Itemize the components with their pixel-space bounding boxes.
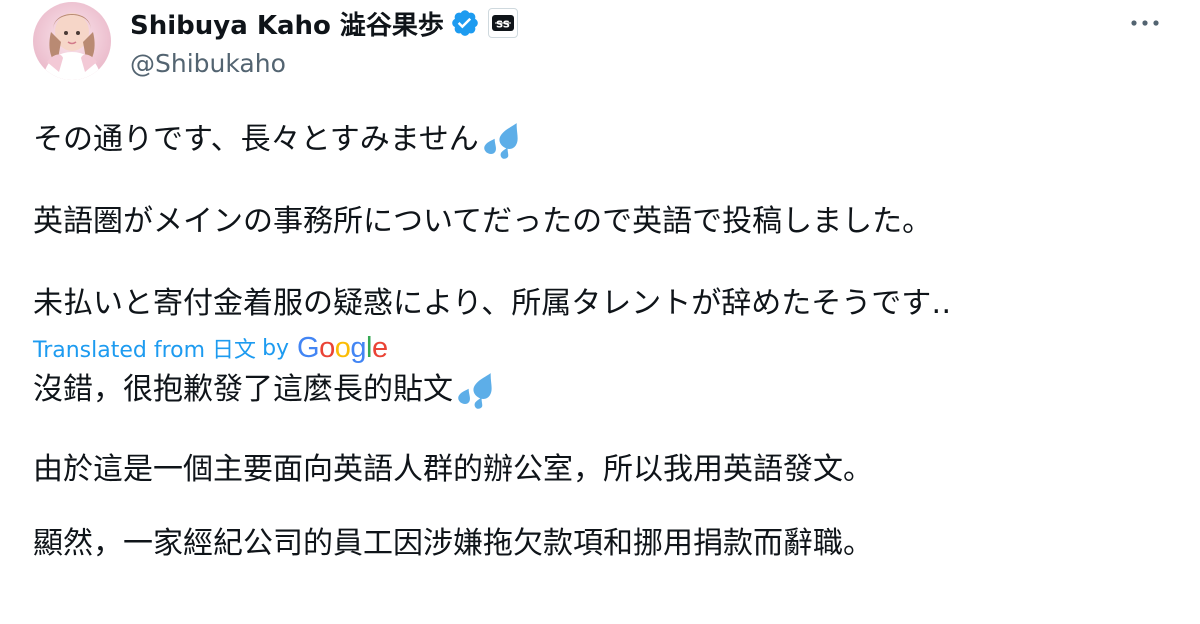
more-dots-icon[interactable]	[1128, 8, 1162, 38]
avatar-image	[33, 2, 111, 80]
google-logo: Google	[297, 331, 388, 364]
display-name[interactable]: Shibuya Kaho 澁谷果歩	[130, 5, 444, 42]
tweet: Shibuya Kaho 澁谷果歩 SS @Shibukaho その通りです、長…	[0, 0, 1200, 624]
translated-paragraph-3: 顯然，一家經紀公司的員工因涉嫌拖欠款項和挪用捐款而辭職。	[33, 526, 873, 561]
tweet-body: その通りです、長々とすみません 英語圏がメインの事務所についてだったので英語で投…	[33, 118, 1173, 566]
translated-paragraph-2: 由於這是一個主要面向英語人群的辦公室，所以我用英語發文。	[33, 452, 873, 487]
verified-badge-icon[interactable]	[450, 8, 480, 38]
name-row: Shibuya Kaho 澁谷果歩 SS	[130, 2, 518, 44]
user-handle[interactable]: @Shibukaho	[130, 44, 518, 84]
sweat-drops-icon	[455, 370, 495, 410]
translated-from-language: 日文	[212, 338, 257, 363]
translated-text-1: 沒錯，很抱歉發了這麼長的貼文	[33, 372, 453, 407]
original-text-1: その通りです、長々とすみません	[33, 122, 479, 157]
svg-text:SS: SS	[496, 20, 510, 31]
sweat-drops-icon	[481, 120, 521, 160]
translated-by-label: by	[262, 335, 290, 361]
translation-attribution: Translated from 日文 by Google	[33, 328, 1173, 368]
avatar[interactable]	[33, 2, 111, 80]
translated-from-link[interactable]: Translated from 日文	[33, 332, 256, 364]
original-paragraph-1: その通りです、長々とすみません	[33, 118, 1173, 162]
tweet-header: Shibuya Kaho 澁谷果歩 SS @Shibukaho	[130, 2, 518, 84]
original-paragraph-3: 未払いと寄付金着服の疑惑により、所属タレントが辞めたそうです‥	[33, 286, 952, 321]
affiliate-badge-icon[interactable]: SS	[487, 8, 518, 38]
original-paragraph-2: 英語圏がメインの事務所についてだったので英語で投稿しました。	[33, 204, 933, 239]
translated-from-prefix: Translated from	[33, 338, 206, 363]
translated-paragraph-1: 沒錯，很抱歉發了這麼長的貼文	[33, 368, 1173, 412]
